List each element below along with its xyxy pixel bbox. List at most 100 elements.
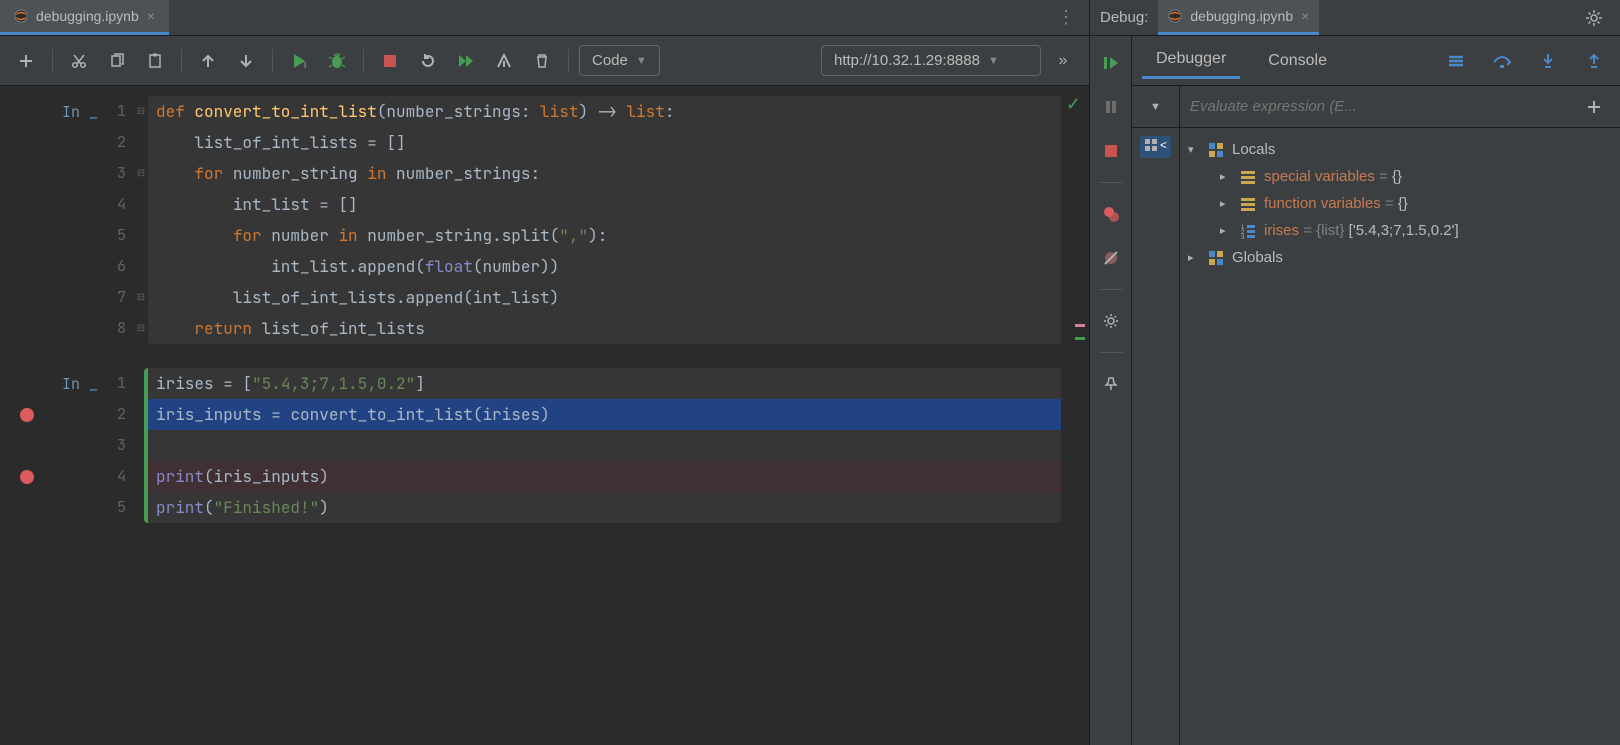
step-into-icon[interactable] bbox=[1532, 45, 1564, 77]
globals-group[interactable]: ▸ Globals bbox=[1188, 244, 1612, 271]
code-line[interactable]: print(iris_inputs) bbox=[148, 461, 1061, 492]
variable-row[interactable]: ▸ special variables = {} bbox=[1188, 163, 1612, 190]
group-var-icon bbox=[1240, 169, 1256, 185]
breakpoint-gutter[interactable] bbox=[8, 96, 46, 344]
run-all-button[interactable] bbox=[450, 45, 482, 77]
caret-right-icon: ▸ bbox=[1220, 170, 1232, 183]
frames-icon bbox=[1144, 138, 1158, 152]
close-tab-icon[interactable]: × bbox=[147, 8, 155, 24]
add-cell-button[interactable] bbox=[10, 45, 42, 77]
debug-file-label: debugging.ipynb bbox=[1190, 8, 1293, 24]
debug-label: Debug: bbox=[1100, 9, 1148, 26]
line-number-gutter[interactable]: 12345678 bbox=[108, 96, 134, 344]
inspection-ok-icon[interactable]: ✓ bbox=[1066, 94, 1081, 115]
server-url-dropdown[interactable]: http://10.32.1.29:8888 ▼ bbox=[821, 45, 1041, 76]
locals-group[interactable]: ▾ Locals bbox=[1188, 136, 1612, 163]
cut-button[interactable] bbox=[63, 45, 95, 77]
code-content[interactable]: irises = ["5.4,3;7,1.5,0.2"]iris_inputs … bbox=[144, 368, 1061, 523]
editor-area[interactable]: ✓ In _12345678⊟⊟⊟⊟def convert_to_int_lis… bbox=[0, 86, 1089, 745]
locals-label: Locals bbox=[1232, 141, 1275, 158]
mute-breakpoints-button[interactable] bbox=[1098, 245, 1124, 271]
chevron-down-icon: ▼ bbox=[1150, 101, 1161, 113]
stop-debug-button[interactable] bbox=[1098, 138, 1124, 164]
frames-toggle-button[interactable]: < bbox=[1140, 136, 1171, 158]
group-var-icon bbox=[1240, 196, 1256, 212]
code-cell[interactable]: In _12345irises = ["5.4,3;7,1.5,0.2"]iri… bbox=[0, 368, 1089, 523]
evaluate-expression-input[interactable] bbox=[1180, 98, 1586, 115]
debug-header: Debug: debugging.ipynb × bbox=[1090, 0, 1620, 36]
thread-dropdown[interactable]: ▼ bbox=[1132, 86, 1180, 127]
code-cell[interactable]: In _12345678⊟⊟⊟⊟def convert_to_int_list(… bbox=[0, 96, 1089, 344]
step-over-icon[interactable] bbox=[1486, 45, 1518, 77]
variable-row[interactable]: ▸123irises = {list} ['5.4,3;7,1.5,0.2'] bbox=[1188, 217, 1612, 244]
scope-icon bbox=[1208, 250, 1224, 266]
svg-text:I: I bbox=[304, 61, 306, 70]
debug-cell-button[interactable] bbox=[321, 45, 353, 77]
run-cell-button[interactable]: I bbox=[283, 45, 315, 77]
pause-button[interactable] bbox=[1098, 94, 1124, 120]
cell-type-label: Code bbox=[592, 52, 628, 69]
editor-tab-bar: debugging.ipynb × ⋮ bbox=[0, 0, 1089, 36]
server-url-label: http://10.32.1.29:8888 bbox=[834, 52, 980, 69]
code-content[interactable]: def convert_to_int_list(number_strings: … bbox=[148, 96, 1061, 344]
editor-tab[interactable]: debugging.ipynb × bbox=[0, 0, 169, 35]
layout-settings-icon[interactable] bbox=[1440, 45, 1472, 77]
move-up-button[interactable] bbox=[192, 45, 224, 77]
copy-button[interactable] bbox=[101, 45, 133, 77]
step-out-icon[interactable] bbox=[1578, 45, 1610, 77]
debug-settings-button[interactable] bbox=[1098, 308, 1124, 334]
pin-button[interactable] bbox=[1098, 371, 1124, 397]
clear-output-button[interactable] bbox=[488, 45, 520, 77]
breakpoint-icon[interactable] bbox=[20, 470, 34, 484]
paste-button[interactable] bbox=[139, 45, 171, 77]
code-line[interactable]: iris_inputs = convert_to_int_list(irises… bbox=[148, 399, 1061, 430]
caret-right-icon: ▸ bbox=[1220, 197, 1232, 210]
variable-text: special variables = {} bbox=[1264, 168, 1402, 185]
variables-tree[interactable]: ▾ Locals ▸ special variables = {} ▸ functio… bbox=[1180, 128, 1620, 745]
code-line[interactable] bbox=[148, 430, 1061, 461]
code-line[interactable]: return list_of_int_lists bbox=[148, 313, 1061, 344]
debugger-tab[interactable]: Debugger bbox=[1142, 42, 1240, 79]
debug-run-config-tab[interactable]: debugging.ipynb × bbox=[1158, 0, 1319, 35]
restart-button[interactable] bbox=[412, 45, 444, 77]
resume-button[interactable] bbox=[1098, 50, 1124, 76]
list-var-icon: 123 bbox=[1240, 223, 1256, 239]
code-line[interactable]: for number_string in number_strings: bbox=[148, 158, 1061, 189]
toolbar-overflow-icon[interactable]: » bbox=[1047, 45, 1079, 77]
stop-button[interactable] bbox=[374, 45, 406, 77]
variable-text: function variables = {} bbox=[1264, 195, 1408, 212]
code-line[interactable]: def convert_to_int_list(number_strings: … bbox=[148, 96, 1061, 127]
add-watch-button[interactable] bbox=[1586, 99, 1620, 115]
globals-label: Globals bbox=[1232, 249, 1283, 266]
breakpoint-gutter[interactable] bbox=[8, 368, 46, 523]
code-line[interactable]: for number in number_string.split(","): bbox=[148, 220, 1061, 251]
caret-right-icon: ▸ bbox=[1220, 224, 1232, 237]
jupyter-icon bbox=[14, 9, 28, 23]
view-breakpoints-button[interactable] bbox=[1098, 201, 1124, 227]
notebook-toolbar: I Code ▼ http://10.32.1.29:8888 ▼ » bbox=[0, 36, 1089, 86]
code-line[interactable]: irises = ["5.4,3;7,1.5,0.2"] bbox=[148, 368, 1061, 399]
delete-cell-button[interactable] bbox=[526, 45, 558, 77]
code-line[interactable]: list_of_int_lists = [] bbox=[148, 127, 1061, 158]
code-line[interactable]: int_list.append(float(number)) bbox=[148, 251, 1061, 282]
code-line[interactable]: list_of_int_lists.append(int_list) bbox=[148, 282, 1061, 313]
cell-type-dropdown[interactable]: Code ▼ bbox=[579, 45, 660, 76]
debug-session-toolbar bbox=[1090, 36, 1132, 745]
fold-gutter[interactable]: ⊟⊟⊟⊟ bbox=[134, 96, 148, 344]
close-icon[interactable]: × bbox=[1301, 8, 1309, 24]
breakpoint-icon[interactable] bbox=[20, 408, 34, 422]
console-tab[interactable]: Console bbox=[1254, 44, 1341, 78]
code-line[interactable]: int_list = [] bbox=[148, 189, 1061, 220]
code-line[interactable]: print("Finished!") bbox=[148, 492, 1061, 523]
move-down-button[interactable] bbox=[230, 45, 262, 77]
debug-tabs: Debugger Console bbox=[1132, 36, 1620, 86]
line-number-gutter[interactable]: 12345 bbox=[108, 368, 134, 523]
evaluate-row: ▼ bbox=[1132, 86, 1620, 128]
variable-row[interactable]: ▸ function variables = {} bbox=[1188, 190, 1612, 217]
error-marker[interactable] bbox=[1075, 324, 1085, 327]
settings-button[interactable] bbox=[1578, 2, 1610, 34]
chevron-down-icon: ▼ bbox=[988, 55, 999, 67]
ok-marker[interactable] bbox=[1075, 337, 1085, 340]
tab-overflow-icon[interactable]: ⋮ bbox=[1043, 7, 1089, 28]
editor-tab-title: debugging.ipynb bbox=[36, 8, 139, 24]
